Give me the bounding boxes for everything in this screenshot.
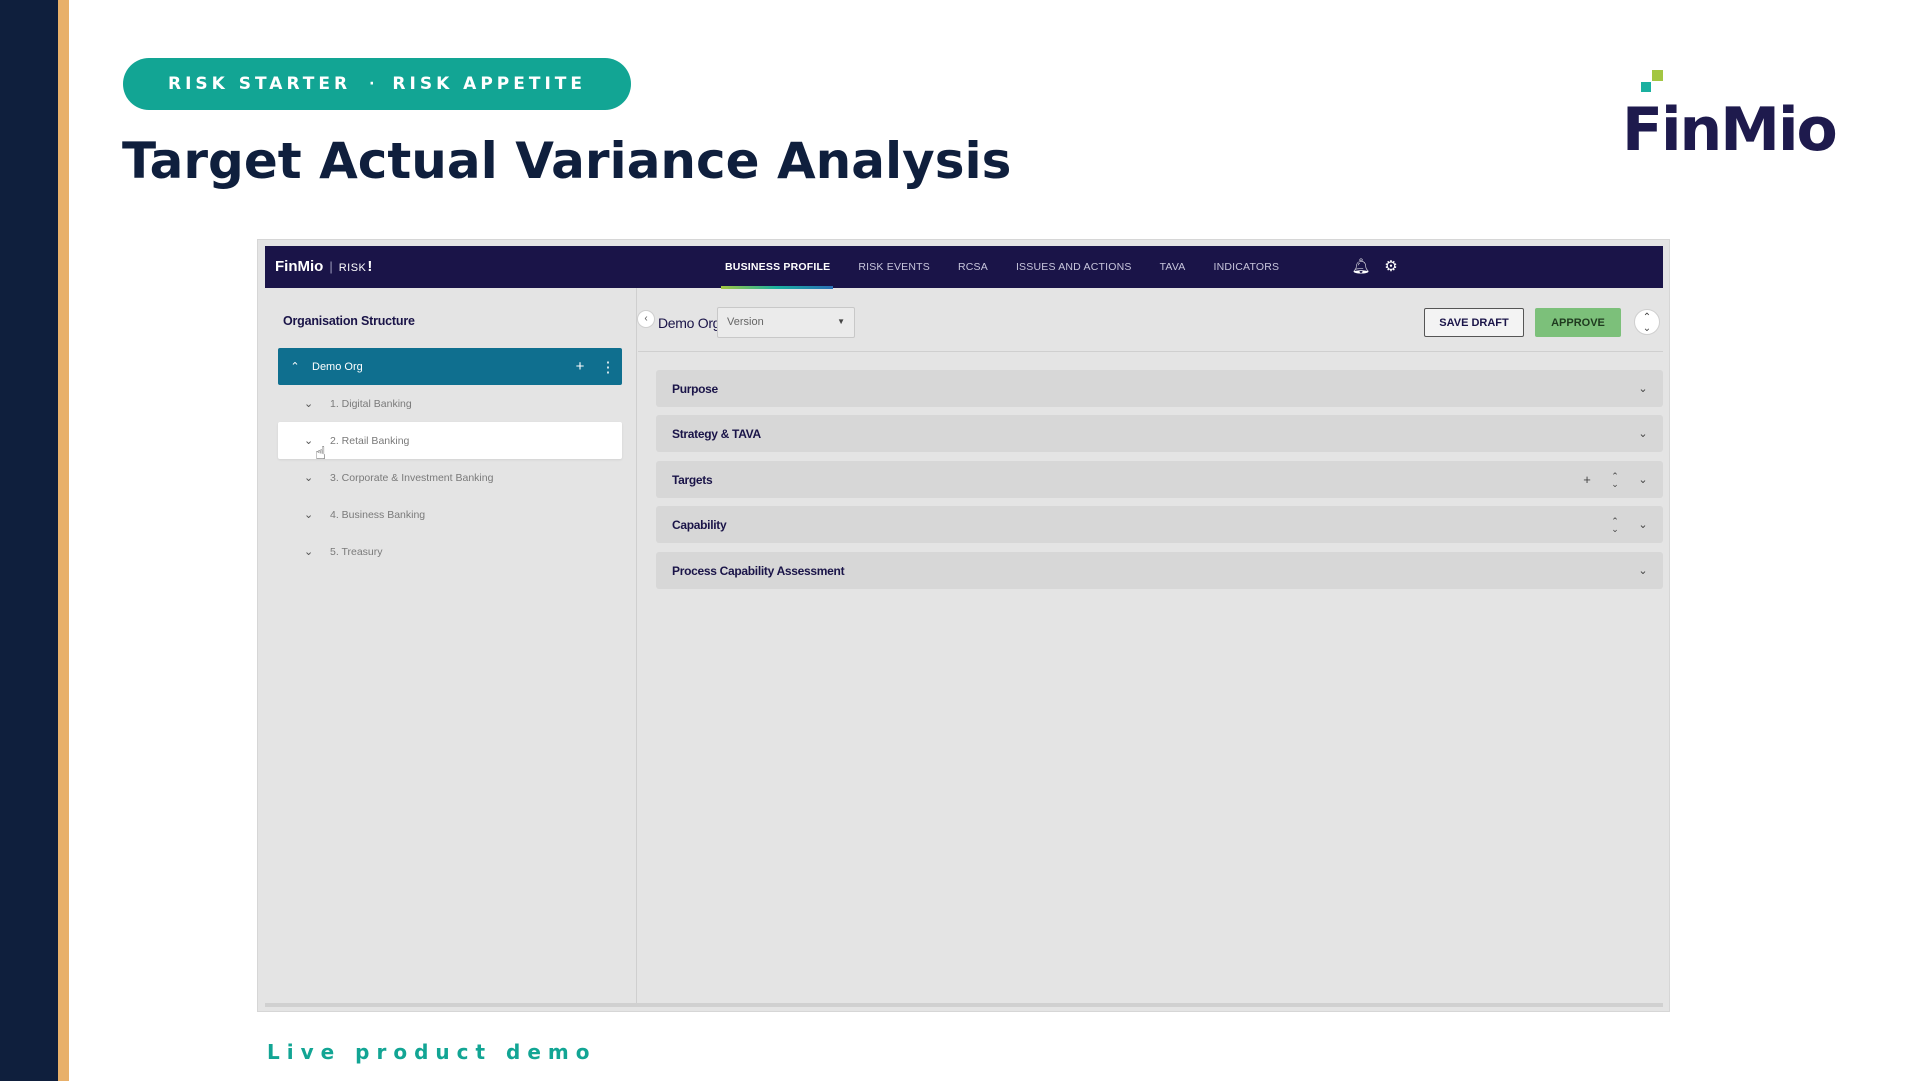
expand-collapse-icon[interactable]: ⌃ ⌄ [1634,309,1660,335]
app-logo-separator: | [329,259,333,274]
hand-cursor-icon: ☝︎ [315,443,326,463]
nav-rcsa[interactable]: RCSA [944,261,1002,273]
app-logo-bang: ! [367,258,373,275]
nav-tava[interactable]: TAVA [1146,261,1200,273]
nav-business-profile[interactable]: BUSINESS PROFILE [725,261,844,273]
finmio-logo: FinMio [1622,70,1862,166]
section-capability[interactable]: Capability ⌃ ⌄ ⌄ [656,506,1663,543]
chevron-down-icon[interactable]: ⌄ [278,471,330,484]
app-logo[interactable]: FinMio | RISK ! [275,258,372,275]
sidebar-title: Organisation Structure [283,314,415,328]
approve-button[interactable]: APPROVE [1535,308,1621,337]
section-title: Purpose [672,381,718,396]
section-strategy-tava[interactable]: Strategy & TAVA ⌄ [656,415,1663,452]
app-top-nav: FinMio | RISK ! BUSINESS PROFILE RISK EV… [265,246,1663,289]
section-title: Process Capability Assessment [672,563,845,578]
chevron-down-icon[interactable]: ⌄ [1629,564,1657,577]
add-icon[interactable]: + [566,358,594,375]
tree-item-digital-banking[interactable]: ⌄ 1. Digital Banking [278,385,622,422]
chevron-down-icon[interactable]: ⌄ [1629,427,1657,440]
main-header: Demo Org Version ▼ SAVE DRAFT APPROVE ⌃ ⌄ [638,288,1663,352]
add-icon[interactable]: + [1573,472,1601,487]
chevron-down-icon[interactable]: ⌄ [278,545,330,558]
tree-item-label: 4. Business Banking [330,508,426,521]
section-targets[interactable]: Targets + ⌃ ⌄ ⌄ [656,461,1663,498]
left-accent-bar [0,0,58,1081]
app-screenshot-frame: FinMio | RISK ! BUSINESS PROFILE RISK EV… [257,239,1670,1012]
nav-risk-events[interactable]: RISK EVENTS [844,261,944,273]
tree-item-retail-banking[interactable]: ⌄ 2. Retail Banking [278,422,622,459]
save-draft-button[interactable]: SAVE DRAFT [1424,308,1524,337]
org-structure-sidebar: Organisation Structure ‹ ⌃ Demo Org + ⋮ … [265,288,655,1003]
logo-square-teal [1641,82,1651,92]
nav-issues-and-actions[interactable]: ISSUES AND ACTIONS [1002,261,1146,273]
section-purpose[interactable]: Purpose ⌄ [656,370,1663,407]
more-vertical-icon[interactable]: ⋮ [594,358,622,376]
bell-icon[interactable]: 🔔︎ [1351,257,1371,277]
app-logo-product: RISK [338,262,367,274]
tree-item-label: 3. Corporate & Investment Banking [330,471,494,484]
pill-left-label: RISK STARTER [168,74,352,94]
slide-title: Target Actual Variance Analysis [122,132,1012,190]
section-title: Strategy & TAVA [672,426,761,441]
chevron-up-icon[interactable]: ⌃ [278,360,312,373]
tree-item-corporate-investment-banking[interactable]: ⌄ 3. Corporate & Investment Banking [278,459,622,496]
tree-item-business-banking[interactable]: ⌄ 4. Business Banking [278,496,622,533]
tree-root-label: Demo Org [312,360,363,373]
app-logo-brand: FinMio [275,258,324,275]
app-footer-strip [265,1003,1663,1007]
chevron-down-icon[interactable]: ⌄ [1629,518,1657,531]
pill-right-label: RISK APPETITE [392,74,586,94]
left-accent-stripe [58,0,69,1081]
gear-icon[interactable]: ⚙︎ [1381,257,1401,277]
business-profile-main: Demo Org Version ▼ SAVE DRAFT APPROVE ⌃ ⌄… [638,288,1663,1003]
org-name: Demo Org [658,315,721,331]
version-select[interactable]: Version ▼ [717,307,855,338]
caret-down-icon: ▼ [837,317,845,326]
tree-item-label: 1. Digital Banking [330,397,412,410]
version-placeholder: Version [727,316,764,328]
chevron-down-icon[interactable]: ⌄ [1629,473,1657,486]
chevron-down-icon[interactable]: ⌄ [278,508,330,521]
slide: RISK STARTER · RISK APPETITE Target Actu… [0,0,1920,1081]
nav-menu: BUSINESS PROFILE RISK EVENTS RCSA ISSUES… [725,246,1293,288]
chevron-down-icon[interactable]: ⌄ [1629,382,1657,395]
logo-wordmark: FinMio [1622,95,1838,165]
tree-item-treasury[interactable]: ⌄ 5. Treasury [278,533,622,570]
slide-caption: Live product demo [267,1040,597,1064]
tree-item-label: 5. Treasury [330,545,383,558]
section-title: Capability [672,517,727,532]
tree-root-demo-org[interactable]: ⌃ Demo Org + ⋮ [278,348,622,385]
section-title: Targets [672,472,713,487]
topic-pill: RISK STARTER · RISK APPETITE [123,58,631,110]
nav-indicators[interactable]: INDICATORS [1199,261,1293,273]
pill-separator: · [369,76,375,92]
section-process-capability-assessment[interactable]: Process Capability Assessment ⌄ [656,552,1663,589]
tree-item-label: 2. Retail Banking [330,434,410,447]
sort-icon[interactable]: ⌃ ⌄ [1601,471,1629,488]
logo-square-green [1652,70,1663,81]
sort-icon[interactable]: ⌃ ⌄ [1601,516,1629,533]
chevron-down-icon[interactable]: ⌄ [278,397,330,410]
